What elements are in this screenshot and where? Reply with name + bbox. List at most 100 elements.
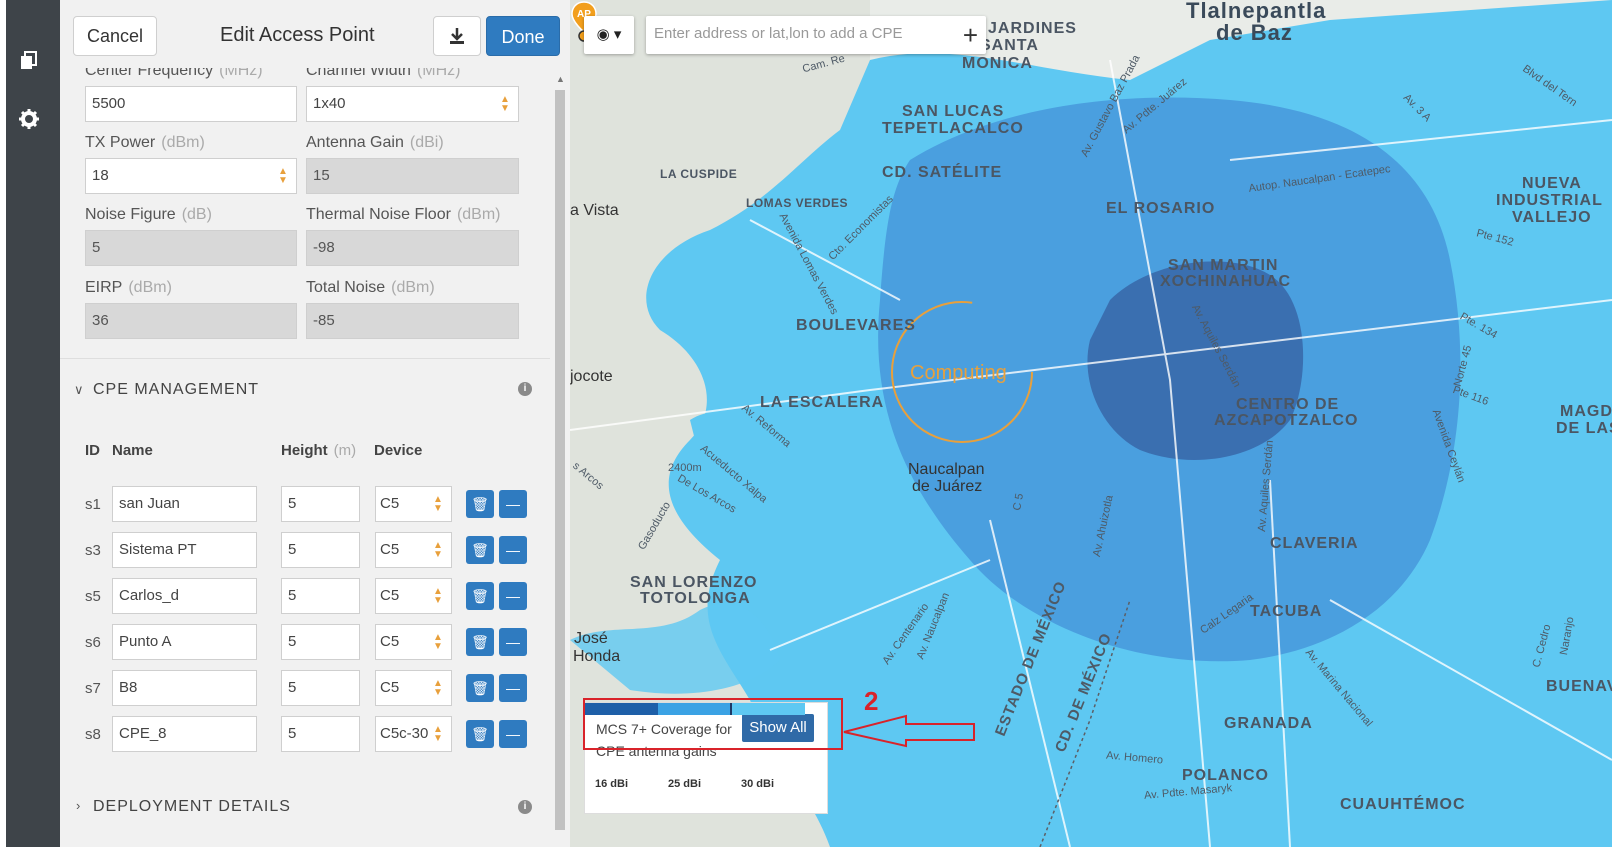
- map-label: CUAUHTÉMOC: [1340, 796, 1466, 813]
- map-label: TOTOLONGA: [640, 590, 751, 607]
- cpe-id: s7: [85, 680, 101, 697]
- legend-tick: 16 dBi: [595, 778, 629, 790]
- cpe-device-select[interactable]: C5 ▲ ▼: [375, 532, 452, 568]
- deployment-details-title[interactable]: DEPLOYMENT DETAILS: [93, 798, 291, 816]
- download-icon: [450, 28, 464, 44]
- map-label: de Juárez: [912, 478, 983, 495]
- chevron-right-icon[interactable]: ›: [76, 798, 80, 813]
- remove-button[interactable]: —: [499, 582, 527, 610]
- cpe-device-select[interactable]: C5 ▲ ▼: [375, 670, 452, 706]
- cpe-height-input[interactable]: 5: [281, 624, 360, 660]
- app-root: Center Frequency (MHz) 5500 Channel Width…: [0, 0, 1612, 847]
- gear-icon[interactable]: [17, 108, 41, 132]
- column-header-id: ID: [85, 442, 100, 459]
- table-row: s7 B8 5 C5 ▲ ▼ 🗑 —: [60, 670, 550, 710]
- info-icon[interactable]: i: [518, 382, 532, 396]
- select-arrows-icon: ▲ ▼: [500, 94, 510, 114]
- minus-icon: —: [506, 542, 520, 558]
- add-cpe-plus-icon[interactable]: +: [963, 20, 978, 51]
- map-label: GRANADA: [1224, 715, 1313, 732]
- map-label: SAN MARTIN: [1168, 257, 1279, 274]
- column-header-device: Device: [374, 442, 423, 459]
- map-label: José: [574, 630, 608, 647]
- map-label: POLANCO: [1182, 767, 1269, 784]
- total-noise-label: Total Noise (dBm): [306, 279, 435, 296]
- remove-button[interactable]: —: [499, 536, 527, 564]
- done-button[interactable]: Done: [486, 16, 560, 56]
- remove-button[interactable]: —: [499, 490, 527, 518]
- minus-icon: —: [506, 634, 520, 650]
- map-label: TACUBA: [1250, 603, 1323, 620]
- noise-figure-field: 5: [85, 230, 297, 266]
- scroll-thumb[interactable]: [555, 90, 565, 830]
- cpe-height-input[interactable]: 5: [281, 716, 360, 752]
- cpe-name-input[interactable]: CPE_8: [112, 716, 257, 752]
- center-frequency-input[interactable]: 5500: [85, 86, 297, 122]
- map-label: LOMAS VERDES: [746, 196, 849, 210]
- road-label: 2400m: [668, 462, 702, 474]
- trash-icon: 🗑: [471, 634, 489, 650]
- cpe-name-input[interactable]: Punto A: [112, 624, 257, 660]
- thermal-noise-floor-label: Thermal Noise Floor (dBm): [306, 206, 501, 223]
- table-row: s6 Punto A 5 C5 ▲ ▼ 🗑 —: [60, 624, 550, 664]
- cpe-name-input[interactable]: Sistema PT: [112, 532, 257, 568]
- scrollbar[interactable]: ▲: [552, 70, 568, 847]
- map-label: CLAVERIA: [1270, 535, 1359, 552]
- tx-power-input[interactable]: 18 ▲ ▼: [85, 158, 297, 194]
- search-input[interactable]: Enter address or lat,lon to add a CPE: [654, 25, 902, 42]
- map-label: Naucalpan: [908, 461, 985, 478]
- map-label: NUEVA: [1522, 175, 1582, 192]
- info-icon[interactable]: i: [518, 800, 532, 814]
- cpe-device-select[interactable]: C5 ▲ ▼: [375, 624, 452, 660]
- trash-icon: 🗑: [471, 496, 489, 512]
- table-row: s3 Sistema PT 5 C5 ▲ ▼ 🗑 —: [60, 532, 550, 572]
- cancel-button[interactable]: Cancel: [73, 16, 157, 56]
- minus-icon: —: [506, 726, 520, 742]
- delete-button[interactable]: 🗑: [466, 628, 494, 656]
- map-label: MONICA: [962, 55, 1033, 72]
- map-label: JARDINES: [988, 20, 1077, 37]
- map-label: XOCHINAHUAC: [1160, 273, 1291, 290]
- map-label: MAGD: [1560, 403, 1612, 420]
- column-header-height: Height (m): [281, 442, 357, 459]
- cpe-name-input[interactable]: san Juan: [112, 486, 257, 522]
- search-bar[interactable]: Enter address or lat,lon to add a CPE +: [646, 16, 986, 54]
- copy-icon[interactable]: [17, 50, 41, 74]
- cpe-name-input[interactable]: B8: [112, 670, 257, 706]
- panel-title: Edit Access Point: [220, 24, 375, 46]
- select-arrows-icon: ▲ ▼: [433, 540, 443, 560]
- cpe-height-input[interactable]: 5: [281, 486, 360, 522]
- map-label: a Vista: [570, 202, 619, 219]
- cpe-height-input[interactable]: 5: [281, 532, 360, 568]
- map-label: DE LAS: [1556, 420, 1612, 437]
- cpe-device-select[interactable]: C5c-30 ▲ ▼: [375, 716, 452, 752]
- delete-button[interactable]: 🗑: [466, 536, 494, 564]
- cpe-height-input[interactable]: 5: [281, 670, 360, 706]
- scroll-up-arrow-icon[interactable]: ▲: [556, 74, 565, 84]
- layers-button[interactable]: ◉ ▾: [584, 16, 634, 54]
- cpe-device-select[interactable]: C5 ▲ ▼: [375, 578, 452, 614]
- cpe-id: s3: [85, 542, 101, 559]
- delete-button[interactable]: 🗑: [466, 720, 494, 748]
- cpe-management-title[interactable]: CPE MANAGEMENT: [93, 381, 259, 399]
- computing-status: Computing: [910, 362, 1007, 384]
- map-label: BUENAVI: [1546, 678, 1612, 695]
- chevron-down-icon[interactable]: ∨: [74, 382, 84, 398]
- remove-button[interactable]: —: [499, 674, 527, 702]
- delete-button[interactable]: 🗑: [466, 582, 494, 610]
- delete-button[interactable]: 🗑: [466, 674, 494, 702]
- cpe-name-input[interactable]: Carlos_d: [112, 578, 257, 614]
- map-label: BOULEVARES: [796, 317, 916, 334]
- total-noise-field: -85: [306, 303, 519, 339]
- cpe-height-input[interactable]: 5: [281, 578, 360, 614]
- select-arrows-icon: ▲ ▼: [433, 632, 443, 652]
- map-label: VALLEJO: [1512, 209, 1592, 226]
- remove-button[interactable]: —: [499, 720, 527, 748]
- stepper-arrows-icon[interactable]: ▲ ▼: [278, 167, 288, 186]
- remove-button[interactable]: —: [499, 628, 527, 656]
- download-button[interactable]: [433, 16, 481, 56]
- map-label: LA CUSPIDE: [660, 167, 738, 181]
- channel-width-select[interactable]: 1x40 ▲ ▼: [306, 86, 519, 122]
- cpe-device-select[interactable]: C5 ▲ ▼: [375, 486, 452, 522]
- delete-button[interactable]: 🗑: [466, 490, 494, 518]
